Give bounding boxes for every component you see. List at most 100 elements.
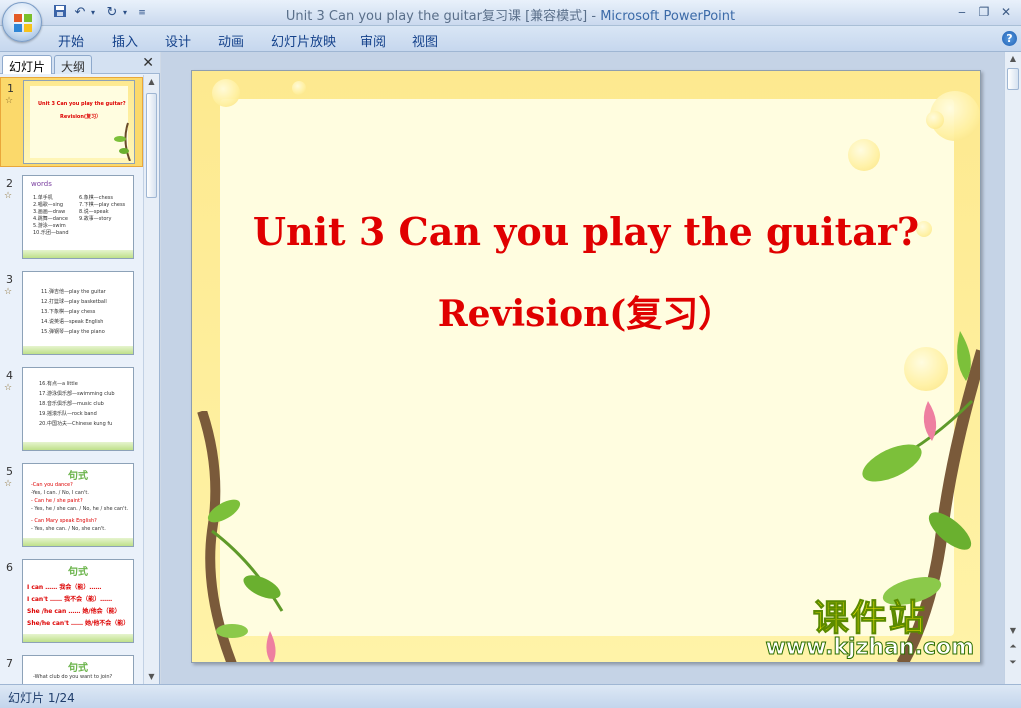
bubble-decoration <box>292 81 306 95</box>
slide-preview: words 1.单手机 2.唱歌—sing 3.画画—draw 4.跳舞—dan… <box>22 175 134 259</box>
office-logo-icon <box>14 14 32 32</box>
status-bar: 幻灯片 1/24 <box>0 684 1021 708</box>
office-button[interactable] <box>2 2 42 42</box>
thumb-text: She /he can …… 她/他会（能） <box>27 608 121 615</box>
thumb-text: 6.象棋—chess <box>79 195 113 201</box>
tab-animation[interactable]: 动画 <box>218 31 244 50</box>
close-icon[interactable]: ✕ <box>995 3 1017 21</box>
thumb-text: 18.音乐俱乐部—music club <box>39 401 104 407</box>
slide-number: 7 <box>6 657 13 670</box>
scroll-up-icon[interactable]: ▲ <box>144 75 159 89</box>
next-slide-icon[interactable]: ⏷ <box>1005 656 1021 670</box>
slide-number: 5 <box>6 465 13 478</box>
thumb-text: 5.游泳—swim <box>33 223 66 229</box>
slide-thumbnail-7[interactable]: 7 句式 -What club do you want to join? <box>0 653 143 684</box>
thumb-title: 句式 <box>68 471 88 482</box>
restore-icon[interactable]: ❐ <box>973 3 995 21</box>
thumb-text: I can't …… 我不会（能）…… <box>27 596 113 603</box>
current-slide[interactable]: Unit 3 Can you play the guitar? Revision… <box>191 70 981 663</box>
animation-star-icon: ☆ <box>4 383 13 393</box>
slide-number: 6 <box>6 561 13 574</box>
thumb-text: 14.说英语—speak English <box>41 319 104 325</box>
close-panel-icon[interactable]: ✕ <box>142 55 154 71</box>
thumb-text: 2.唱歌—sing <box>33 202 64 208</box>
tab-slides[interactable]: 幻灯片 <box>2 55 53 74</box>
thumb-text: 13.下象棋—play chess <box>41 309 96 315</box>
slide-number: 1 <box>7 82 14 95</box>
slide-thumbnail-1[interactable]: 1 ☆ Unit 3 Can you play the guitar? Revi… <box>0 77 143 167</box>
tab-outline[interactable]: 大纲 <box>54 55 93 74</box>
document-title: Unit 3 Can you play the guitar复习课 [兼容模式] <box>285 9 588 24</box>
thumb-text: 17.游泳俱乐部—swimming club <box>39 391 115 397</box>
thumb-text: - Yes, he / she can. / No, he / she can'… <box>31 506 129 512</box>
bubble-decoration <box>848 139 880 171</box>
thumb-text: words <box>31 180 52 188</box>
slide-subtitle[interactable]: Revision(复习） <box>192 285 980 337</box>
previous-slide-icon[interactable]: ⏶ <box>1005 640 1021 654</box>
slide-editor: Unit 3 Can you play the guitar? Revision… <box>161 52 1004 684</box>
thumb-text: Unit 3 Can you play the guitar? <box>38 101 126 107</box>
animation-star-icon: ☆ <box>4 191 13 201</box>
slide-preview: 16.有点—a little 17.游泳俱乐部—swimming club 18… <box>22 367 134 451</box>
slide-preview: 11.弹吉他—play the guitar 12.打篮球—play baske… <box>22 271 134 355</box>
thumb-text: 3.画画—draw <box>33 209 66 215</box>
watermark: 课件站 www.kjzhan.com <box>765 589 975 661</box>
thumb-text: 9.故事—story <box>79 216 112 222</box>
watermark-cn: 课件站 <box>812 598 927 640</box>
window-title: Unit 3 Can you play the guitar复习课 [兼容模式]… <box>0 5 1021 24</box>
bubble-decoration <box>926 111 944 129</box>
slide-counter: 幻灯片 1/24 <box>8 691 75 705</box>
slide-preview: Unit 3 Can you play the guitar? Revision… <box>23 80 135 164</box>
slide-thumbnail-5[interactable]: 5 ☆ 句式 -Can you dance? -Yes, I can. / No… <box>0 461 143 551</box>
bubble-decoration <box>212 79 240 107</box>
thumb-title: 句式 <box>68 567 88 578</box>
thumb-text: 19.摇滚乐队—rock band <box>39 411 97 417</box>
scroll-down-icon[interactable]: ▼ <box>144 670 159 684</box>
scroll-up-icon[interactable]: ▲ <box>1005 52 1021 66</box>
thumb-text: -Can you dance? <box>31 482 73 488</box>
thumb-text: - Yes, she can. / No, she can't. <box>31 526 106 532</box>
thumb-text: -What club do you want to join? <box>33 674 113 680</box>
animation-star-icon: ☆ <box>4 287 13 297</box>
scroll-thumb[interactable] <box>1007 68 1019 90</box>
vine-left-decoration <box>197 411 284 662</box>
thumb-text: - Can he / she paint? <box>31 498 83 504</box>
thumb-text: - Can Mary speak English? <box>31 518 97 524</box>
tab-slideshow[interactable]: 幻灯片放映 <box>271 31 336 50</box>
slide-thumbnail-6[interactable]: 6 句式 I can …… 我会（能）…… I can't …… 我不会（能）…… <box>0 557 143 647</box>
thumb-text: -Yes, I can. / No, I can't. <box>31 490 89 496</box>
thumb-text: 10.乐团—band <box>33 230 69 236</box>
slide-thumbnail-4[interactable]: 4 ☆ 16.有点—a little 17.游泳俱乐部—swimming clu… <box>0 365 143 455</box>
tab-insert[interactable]: 插入 <box>112 31 138 50</box>
slide-thumbnail-2[interactable]: 2 ☆ words 1.单手机 2.唱歌—sing 3.画画—draw 4.跳舞… <box>0 173 143 263</box>
slide-preview: 句式 I can …… 我会（能）…… I can't …… 我不会（能）…… … <box>22 559 134 643</box>
slide-preview: 句式 -What club do you want to join? <box>22 655 134 684</box>
thumb-text: 8.说—speak <box>79 209 109 215</box>
panel-tabs: 幻灯片 大纲 ✕ <box>0 52 160 74</box>
tab-home[interactable]: 开始 <box>58 31 84 50</box>
title-separator: - <box>587 9 601 24</box>
tab-review[interactable]: 审阅 <box>360 31 386 50</box>
thumb-text: 11.弹吉他—play the guitar <box>41 289 106 295</box>
thumb-title: 句式 <box>68 663 88 674</box>
slide-title[interactable]: Unit 3 Can you play the guitar? <box>192 209 980 254</box>
slides-panel: 幻灯片 大纲 ✕ 1 ☆ Unit 3 Can you play the gui… <box>0 52 160 684</box>
thumbnail-list: 1 ☆ Unit 3 Can you play the guitar? Revi… <box>0 75 143 684</box>
slide-number: 4 <box>6 369 13 382</box>
vine-decoration-icon <box>114 122 131 161</box>
slide-thumbnail-3[interactable]: 3 ☆ 11.弹吉他—play the guitar 12.打篮球—play b… <box>0 269 143 359</box>
tab-view[interactable]: 视图 <box>412 31 438 50</box>
slide-number: 2 <box>6 177 13 190</box>
scroll-down-icon[interactable]: ▼ <box>1005 624 1021 638</box>
ribbon-tabs: 开始 插入 设计 动画 幻灯片放映 审阅 视图 ? <box>0 26 1021 52</box>
editor-scrollbar[interactable]: ▲ ▼ ⏶ ⏷ <box>1004 52 1021 684</box>
thumb-text: 4.跳舞—dance <box>33 216 69 222</box>
thumb-text: 7.下棋—play chess <box>79 202 126 208</box>
scroll-thumb[interactable] <box>146 93 157 198</box>
minimize-icon[interactable]: ‒ <box>951 3 973 21</box>
thumb-text: 20.中国功夫—Chinese kung fu <box>39 421 113 427</box>
thumbnail-scrollbar[interactable]: ▲ ▼ <box>143 75 159 684</box>
thumb-text: 12.打篮球—play basketball <box>41 299 107 305</box>
help-icon[interactable]: ? <box>1002 31 1017 46</box>
tab-design[interactable]: 设计 <box>165 31 191 50</box>
